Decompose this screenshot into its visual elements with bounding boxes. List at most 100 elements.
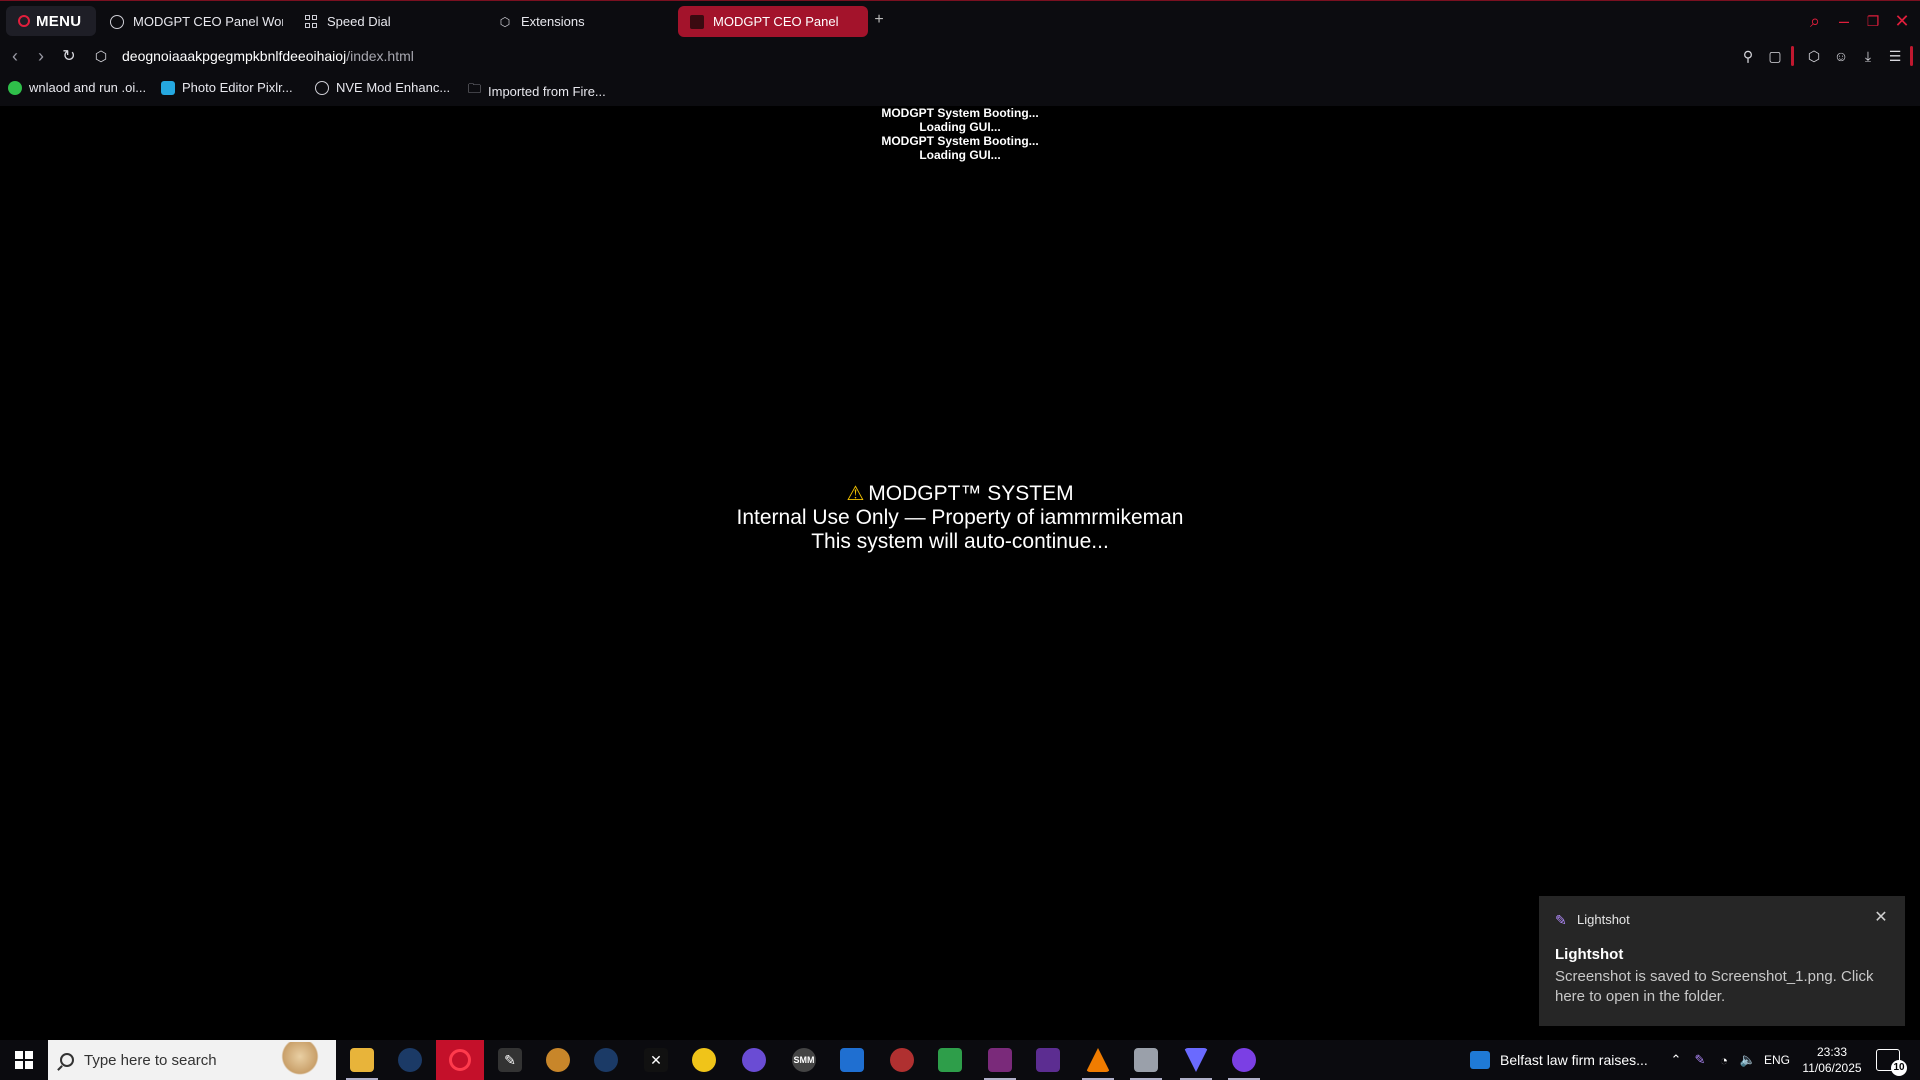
bookmark-folder[interactable]: 🗀 Imported from Fire... [468, 80, 606, 102]
steam-icon [398, 1048, 422, 1072]
toolbar-divider [1791, 46, 1794, 66]
boot-line: MODGPT System Booting... [881, 106, 1039, 120]
taskbar-app[interactable] [680, 1040, 728, 1080]
wifi-icon[interactable]: ◔ [1714, 1040, 1734, 1080]
minimize-icon[interactable]: – [1832, 9, 1856, 33]
tab-modgpt-work[interactable]: MODGPT CEO Panel Work [98, 6, 283, 37]
toast-app-name: Lightshot [1577, 912, 1630, 927]
bookmark-label: wnlaod and run .oi... [29, 80, 147, 95]
taskbar-app[interactable]: ✕ [632, 1040, 680, 1080]
windows-logo-icon [15, 1051, 33, 1069]
taskbar-visual-studio[interactable] [1024, 1040, 1072, 1080]
download-icon[interactable]: ⤓ [1858, 46, 1878, 66]
toast-message[interactable]: Screenshot is saved to Screenshot_1.png.… [1555, 967, 1875, 1007]
close-icon[interactable]: ✕ [1890, 9, 1914, 33]
toast-close-icon[interactable]: ✕ [1873, 910, 1889, 926]
boot-line: Loading GUI... [919, 148, 1001, 162]
app-icon [1184, 1048, 1208, 1072]
notice-ownership: Internal Use Only — Property of iammrmik… [736, 506, 1184, 529]
vlc-icon [1086, 1048, 1110, 1072]
bookmark-favicon-icon [8, 80, 22, 95]
app-icon [546, 1048, 570, 1072]
notepad-icon [938, 1048, 962, 1072]
boot-line: MODGPT System Booting... [881, 134, 1039, 148]
github-icon [1232, 1048, 1256, 1072]
taskbar-steam[interactable] [386, 1040, 434, 1080]
taskbar-app[interactable] [878, 1040, 926, 1080]
windows-taskbar: Type here to search ✎ ✕ SMM Belfast law … [0, 1040, 1920, 1080]
start-button[interactable] [0, 1040, 48, 1080]
grid-icon [304, 15, 318, 29]
account-icon[interactable]: ☺ [1831, 46, 1851, 66]
lightshot-feather-icon: ✎ [1555, 911, 1567, 928]
new-tab-button[interactable]: + [871, 12, 887, 29]
taskbar-app[interactable] [1172, 1040, 1220, 1080]
taskbar-app[interactable] [828, 1040, 876, 1080]
notification-center-icon[interactable]: 10 [1876, 1049, 1907, 1076]
forward-icon[interactable]: › [30, 45, 52, 67]
notice-heading: ⚠ MODGPT™ SYSTEM [560, 482, 1360, 506]
url-field[interactable]: deognoiaaakpgegmpkbnlfdeeoihaioj/index.h… [122, 48, 414, 64]
steam-icon [594, 1048, 618, 1072]
restore-icon[interactable]: ❐ [1861, 9, 1885, 33]
taskbar-github[interactable] [1220, 1040, 1268, 1080]
back-icon[interactable]: ‹ [4, 45, 26, 67]
extension-puzzle-icon: ⬡ [94, 47, 108, 64]
bookmark-item[interactable]: Photo Editor Pixlr... [161, 80, 293, 95]
bookmark-label: Imported from Fire... [488, 83, 606, 99]
news-widget[interactable]: Belfast law firm raises... [1470, 1040, 1648, 1080]
extensions-icon[interactable]: ⬡ [1804, 46, 1824, 66]
taskbar-search-box[interactable]: Type here to search [48, 1040, 336, 1080]
show-hidden-icons-chevron-icon[interactable]: ⌃ [1666, 1040, 1686, 1080]
reload-icon[interactable]: ↻ [58, 45, 80, 67]
taskbar-app[interactable] [926, 1040, 974, 1080]
toast-title: Lightshot [1555, 946, 1624, 963]
search-tabs-icon[interactable]: ⌕ [1803, 9, 1827, 33]
easy-setup-icon[interactable]: ☰ [1885, 46, 1905, 66]
tab-label: MODGPT CEO Panel Work [133, 14, 283, 29]
bookmark-item[interactable]: NVE Mod Enhanc... [315, 80, 450, 95]
opera-menu-button[interactable]: MENU [6, 6, 96, 36]
clock-date: 11/06/2025 [1802, 1061, 1862, 1075]
search-icon [60, 1053, 74, 1067]
taskbar-app[interactable]: SMM [780, 1040, 828, 1080]
duck-icon [692, 1048, 716, 1072]
taskbar-steam-2[interactable] [582, 1040, 630, 1080]
taskbar-app[interactable] [534, 1040, 582, 1080]
app-icon: ✕ [644, 1048, 668, 1072]
pin-icon[interactable]: ⚲ [1738, 46, 1758, 66]
tab-speed-dial[interactable]: Speed Dial [292, 6, 477, 37]
snapshot-icon[interactable]: ▢ [1765, 46, 1785, 66]
taskbar-app[interactable] [1122, 1040, 1170, 1080]
smm-icon: SMM [792, 1048, 816, 1072]
browser-chrome: MENU MODGPT CEO Panel Work Speed Dial ⬡ … [0, 0, 1920, 106]
taskbar-file-explorer[interactable] [338, 1040, 386, 1080]
notification-count-badge: 10 [1891, 1060, 1907, 1076]
lightshot-tray-icon[interactable]: ✎ [1690, 1040, 1710, 1080]
avatar-icon [690, 14, 704, 29]
window-icon [840, 1048, 864, 1072]
tab-modgpt-ceo-panel[interactable]: MODGPT CEO Panel [678, 6, 868, 37]
lightshot-notification[interactable]: ✎ Lightshot ✕ Lightshot Screenshot is sa… [1539, 896, 1905, 1026]
folder-icon [350, 1048, 374, 1072]
app-icon [1134, 1048, 1158, 1072]
system-clock[interactable]: 23:33 11/06/2025 [1796, 1044, 1868, 1076]
notice-title: MODGPT™ SYSTEM [868, 482, 1074, 505]
search-placeholder: Type here to search [84, 1051, 217, 1069]
tab-label: Speed Dial [327, 14, 391, 29]
tab-extensions[interactable]: ⬡ Extensions [486, 6, 671, 37]
taskbar-vlc[interactable] [1074, 1040, 1122, 1080]
taskbar-app[interactable]: ✎ [486, 1040, 534, 1080]
bookmark-item[interactable]: wnlaod and run .oi... [8, 80, 146, 95]
folder-icon: 🗀 [468, 81, 482, 96]
taskbar-opera[interactable] [436, 1040, 484, 1080]
volume-icon[interactable]: 🔈 [1738, 1040, 1758, 1080]
taskbar-winrar[interactable] [976, 1040, 1024, 1080]
taskbar-app[interactable] [730, 1040, 778, 1080]
visual-studio-icon [1036, 1048, 1060, 1072]
tab-bar: MENU MODGPT CEO Panel Work Speed Dial ⬡ … [0, 1, 1920, 41]
tab-label: MODGPT CEO Panel [713, 14, 839, 29]
globe-icon [315, 80, 329, 95]
clock-time: 23:33 [1816, 1045, 1848, 1059]
language-indicator[interactable]: ENG [1762, 1040, 1792, 1080]
